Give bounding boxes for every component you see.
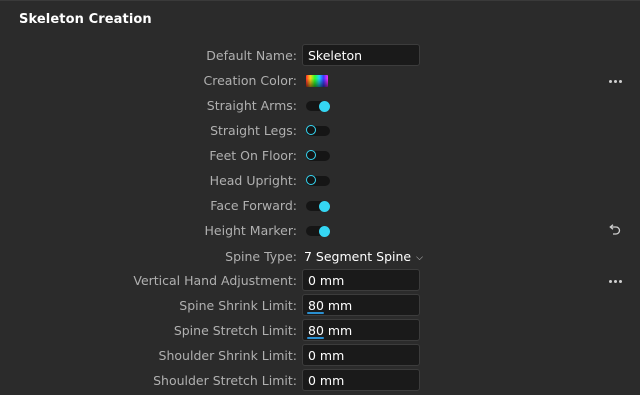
face-forward-label: Face Forward: — [210, 198, 297, 213]
toggle-knob — [306, 175, 316, 185]
spine-type-value: 7 Segment Spine — [304, 249, 412, 264]
vertical-hand-adjustment-input[interactable]: 0 mm — [302, 269, 420, 291]
default-name-value: Skeleton — [308, 48, 363, 63]
shoulder-stretch-limit-label: Shoulder Stretch Limit: — [153, 373, 297, 388]
height-marker-toggle[interactable] — [306, 225, 330, 237]
spine-stretch-limit-label: Spine Stretch Limit: — [173, 323, 297, 338]
value-indicator — [307, 337, 324, 339]
row-spine-type: Spine Type: 7 Segment Spine ⌵ — [0, 245, 640, 269]
row-feet-on-floor: Feet On Floor: — [0, 144, 640, 168]
row-creation-color: Creation Color: — [0, 69, 640, 93]
straight-arms-toggle[interactable] — [306, 100, 330, 112]
vertical-hand-adjustment-value: 0 mm — [308, 273, 345, 288]
shoulder-shrink-limit-input[interactable]: 0 mm — [302, 344, 420, 366]
spine-shrink-limit-label: Spine Shrink Limit: — [179, 298, 297, 313]
height-marker-label: Height Marker: — [204, 223, 298, 238]
panel-title: Skeleton Creation — [19, 12, 152, 27]
value-indicator — [307, 312, 324, 314]
reset-icon[interactable] — [606, 223, 622, 239]
toggle-knob — [319, 200, 330, 212]
row-default-name: Default Name: Skeleton — [0, 44, 640, 68]
more-icon[interactable] — [606, 69, 624, 93]
creation-color-swatch[interactable] — [306, 75, 328, 87]
shoulder-shrink-limit-value: 0 mm — [308, 348, 345, 363]
spine-stretch-limit-input[interactable]: 80 mm — [302, 319, 420, 341]
head-upright-label: Head Upright: — [209, 173, 297, 188]
row-vertical-hand-adjustment: Vertical Hand Adjustment: 0 mm — [0, 269, 640, 293]
top-divider — [0, 0, 640, 1]
toggle-knob — [306, 150, 316, 160]
row-straight-legs: Straight Legs: — [0, 119, 640, 143]
head-upright-toggle[interactable] — [306, 175, 330, 186]
feet-on-floor-label: Feet On Floor: — [209, 148, 297, 163]
face-forward-toggle[interactable] — [306, 200, 330, 212]
default-name-input[interactable]: Skeleton — [302, 44, 420, 66]
shoulder-shrink-limit-label: Shoulder Shrink Limit: — [158, 348, 297, 363]
straight-legs-toggle[interactable] — [306, 125, 330, 136]
toggle-knob — [306, 125, 316, 135]
row-spine-shrink-limit: Spine Shrink Limit: 80 mm — [0, 294, 640, 318]
chevron-down-icon: ⌵ — [416, 253, 423, 263]
straight-legs-label: Straight Legs: — [210, 123, 297, 138]
row-shoulder-shrink-limit: Shoulder Shrink Limit: 0 mm — [0, 344, 640, 368]
row-height-marker: Height Marker: — [0, 219, 640, 243]
more-icon[interactable] — [606, 269, 624, 293]
row-straight-arms: Straight Arms: — [0, 94, 640, 118]
toggle-knob — [319, 100, 330, 112]
row-head-upright: Head Upright: — [0, 169, 640, 193]
row-shoulder-stretch-limit: Shoulder Stretch Limit: 0 mm — [0, 369, 640, 393]
straight-arms-label: Straight Arms: — [206, 98, 297, 113]
shoulder-stretch-limit-value: 0 mm — [308, 373, 345, 388]
spine-type-label: Spine Type: — [225, 249, 297, 264]
row-spine-stretch-limit: Spine Stretch Limit: 80 mm — [0, 319, 640, 343]
spine-shrink-limit-input[interactable]: 80 mm — [302, 294, 420, 316]
toggle-knob — [319, 225, 330, 237]
feet-on-floor-toggle[interactable] — [306, 150, 330, 161]
shoulder-stretch-limit-input[interactable]: 0 mm — [302, 369, 420, 391]
creation-color-label: Creation Color: — [203, 73, 298, 88]
row-face-forward: Face Forward: — [0, 194, 640, 218]
default-name-label: Default Name: — [206, 48, 297, 63]
spine-type-dropdown[interactable]: 7 Segment Spine ⌵ — [304, 245, 423, 270]
vertical-hand-adjustment-label: Vertical Hand Adjustment: — [133, 273, 297, 288]
